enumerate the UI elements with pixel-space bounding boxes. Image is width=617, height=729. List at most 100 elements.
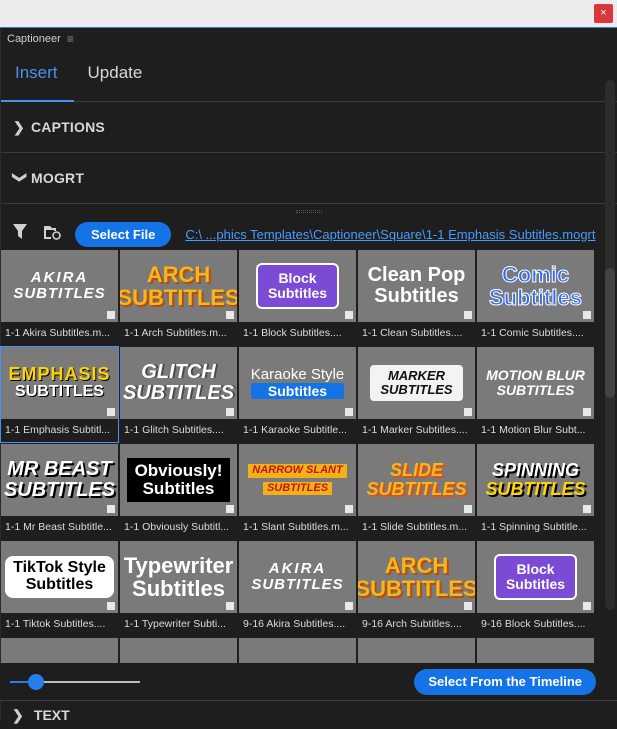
template-card[interactable]: MR BEAST SUBTITLES 1-1 Mr Beast Subtitle..… — [1, 444, 118, 539]
template-card[interactable]: EMPHASIS SUBTITLES 1-1 Emphasis Subtitl... — [0, 346, 119, 443]
thumbnail-corner-marker — [583, 408, 591, 416]
template-card[interactable]: TikTok Style Subtitles 1-1 Tiktok Subtitle… — [1, 541, 118, 636]
thumbnail-text-line: SUBTITLES — [3, 479, 116, 501]
template-card[interactable]: Obviously! Subtitles 1-1 Obviously Subtitl… — [120, 444, 237, 539]
thumbnail-text: SLIDE SUBTITLES — [366, 461, 466, 499]
template-card[interactable]: MOTION BLUR SUBTITLES 1-1 Motion Blur Subt… — [477, 347, 594, 442]
panel-menu-icon[interactable]: ≡ — [67, 32, 74, 46]
filter-icon[interactable] — [11, 223, 29, 245]
template-card[interactable]: GLITCH SUBTITLES 1-1 Glitch Subtitles.... — [120, 347, 237, 442]
thumbnail-corner-marker — [107, 505, 115, 513]
select-file-button[interactable]: Select File — [75, 221, 172, 247]
template-card[interactable]: Comic Subtitles 1-1 Comic Subtitles.... — [477, 250, 594, 345]
template-card[interactable]: ARCH SUBTITLES 1-1 Arch Subtitles.m... — [120, 250, 237, 345]
thumbnail-text-line: SUBTITLES — [366, 479, 467, 499]
template-thumbnail[interactable]: ARCH SUBTITLES — [358, 541, 475, 613]
template-caption: 1-1 Spinning Subtitle... — [477, 516, 594, 539]
template-thumbnail[interactable]: Obviously! Subtitles — [120, 444, 237, 516]
thumbnail-text-line: TikTok Style — [13, 559, 106, 577]
scrollbar-thumb[interactable] — [605, 268, 615, 398]
template-thumbnail[interactable]: EMPHASIS SUBTITLES — [1, 347, 118, 419]
thumbnail-text-line: MOTION BLUR — [486, 367, 585, 384]
template-thumbnail[interactable]: Block Subtitles — [239, 250, 356, 322]
template-card[interactable]: ARCH SUBTITLES 9-16 Arch Subtitles.... — [358, 541, 475, 636]
template-card[interactable]: GLITCH — [358, 638, 475, 663]
template-thumbnail[interactable]: EMPHASIS — [239, 638, 356, 663]
template-caption: 9-16 Block Subtitles.... — [477, 613, 594, 636]
template-thumbnail[interactable]: MOTION BLUR SUBTITLES — [477, 347, 594, 419]
thumbnail-text-line: Typewriter — [123, 552, 234, 578]
template-caption: 1-1 Karaoke Subtitle... — [239, 419, 356, 442]
template-thumbnail[interactable]: AKIRA SUBTITLES — [1, 250, 118, 322]
template-thumbnail[interactable]: MR BEAST SUBTITLES — [1, 444, 118, 516]
template-thumbnail[interactable]: Comic — [120, 638, 237, 663]
template-thumbnail[interactable]: Comic Subtitles — [477, 250, 594, 322]
template-thumbnail[interactable]: TikTok Style Subtitles — [1, 541, 118, 613]
template-thumbnail[interactable]: Block Subtitles — [477, 541, 594, 613]
section-captions[interactable]: ❯ CAPTIONS — [1, 102, 617, 153]
folder-refresh-icon[interactable] — [43, 224, 61, 245]
thumbnail-corner-marker — [583, 602, 591, 610]
resize-grip[interactable] — [1, 204, 617, 218]
template-card[interactable]: EMPHASIS — [239, 638, 356, 663]
thumbnail-size-slider-handle[interactable] — [28, 674, 44, 690]
template-card[interactable]: SLIDE SUBTITLES 1-1 Slide Subtitles.m... — [358, 444, 475, 539]
thumbnail-text-line: SUBTITLES — [358, 576, 475, 601]
thumbnail-text-line: EMPHASIS — [8, 364, 111, 385]
thumbnail-text-line: SUBTITLES — [262, 481, 333, 496]
thumbnail-text-line: SUBTITLES — [122, 382, 235, 404]
tab-update[interactable]: Update — [74, 63, 159, 101]
template-caption: 1-1 Marker Subtitles.... — [358, 419, 475, 442]
thumbnail-text-line: SUBTITLES — [380, 382, 453, 397]
thumbnail-text: TikTok Style Subtitles — [5, 556, 114, 598]
template-thumbnail[interactable]: AKIRA SUBTITLES — [239, 541, 356, 613]
template-thumbnail[interactable]: SLIDE SUBTITLES — [358, 444, 475, 516]
template-thumbnail[interactable]: GLITCH — [358, 638, 475, 663]
close-button[interactable]: × — [594, 4, 613, 23]
panel-header: Captioneer ≡ — [1, 28, 617, 50]
template-thumbnail[interactable]: NARROW SLANT SUBTITLES — [239, 444, 356, 516]
template-card[interactable]: Clean Pop — [1, 638, 118, 663]
template-thumbnail[interactable]: Typewriter Subtitles — [120, 541, 237, 613]
thumbnail-text: AKIRA SUBTITLES — [251, 561, 343, 593]
thumbnail-corner-marker — [226, 505, 234, 513]
template-card[interactable]: Karaoke Style Subtitles 1-1 Karaoke Subtit… — [239, 347, 356, 442]
template-thumbnail[interactable]: Clean Pop — [1, 638, 118, 663]
template-thumbnail[interactable]: Karaoke Style — [477, 638, 594, 663]
thumbnail-corner-marker — [345, 505, 353, 513]
thumbnail-text-line: SUBTITLES — [496, 382, 575, 398]
template-card[interactable]: SPINNING SUBTITLES 1-1 Spinning Subtitle..… — [477, 444, 594, 539]
template-caption: 1-1 Akira Subtitles.m... — [1, 322, 118, 345]
template-card[interactable]: AKIRA SUBTITLES 1-1 Akira Subtitles.m... — [1, 250, 118, 345]
template-card[interactable]: AKIRA SUBTITLES 9-16 Akira Subtitles.... — [239, 541, 356, 636]
select-from-timeline-button[interactable]: Select From the Timeline — [414, 669, 596, 695]
template-card[interactable]: Clean Pop Subtitles 1-1 Clean Subtitles...… — [358, 250, 475, 345]
template-caption: 9-16 Akira Subtitles.... — [239, 613, 356, 636]
tab-insert[interactable]: Insert — [1, 63, 74, 102]
template-card[interactable]: Block Subtitles 1-1 Block Subtitles.... — [239, 250, 356, 345]
thumbnail-text: ARCH SUBTITLES — [120, 263, 237, 309]
template-card[interactable]: NARROW SLANT SUBTITLES 1-1 Slant Subtitles… — [239, 444, 356, 539]
thumbnail-text-line: AKIRA — [30, 269, 89, 287]
template-card[interactable]: MARKER SUBTITLES 1-1 Marker Subtitles.... — [358, 347, 475, 442]
section-mogrt[interactable]: ❯ MOGRT — [1, 153, 617, 204]
template-thumbnail[interactable]: Karaoke Style Subtitles — [239, 347, 356, 419]
template-caption: 1-1 Slide Subtitles.m... — [358, 516, 475, 539]
template-card[interactable]: Comic — [120, 638, 237, 663]
template-card[interactable]: Block Subtitles 9-16 Block Subtitles.... — [477, 541, 594, 636]
template-caption: 1-1 Slant Subtitles.m... — [239, 516, 356, 539]
template-thumbnail[interactable]: ARCH SUBTITLES — [120, 250, 237, 322]
thumbnail-text-line: SUBTITLES — [251, 576, 344, 593]
thumbnail-corner-marker — [583, 311, 591, 319]
thumbnail-text-line: SUBTITLES — [120, 285, 237, 310]
template-thumbnail[interactable]: Clean Pop Subtitles — [358, 250, 475, 322]
template-thumbnail[interactable]: SPINNING SUBTITLES — [477, 444, 594, 516]
template-card[interactable]: Typewriter Subtitles 1-1 Typewriter Subti.… — [120, 541, 237, 636]
section-text[interactable]: ❯ TEXT — [0, 700, 617, 723]
template-thumbnail[interactable]: GLITCH SUBTITLES — [120, 347, 237, 419]
mogrt-path-link[interactable]: C:\ ...phics Templates\Captioneer\Square… — [185, 227, 595, 242]
template-card[interactable]: Karaoke Style — [477, 638, 594, 663]
template-thumbnail[interactable]: MARKER SUBTITLES — [358, 347, 475, 419]
template-grid: AKIRA SUBTITLES 1-1 Akira Subtitles.m... AR… — [0, 250, 602, 663]
section-text-label: TEXT — [33, 707, 70, 723]
